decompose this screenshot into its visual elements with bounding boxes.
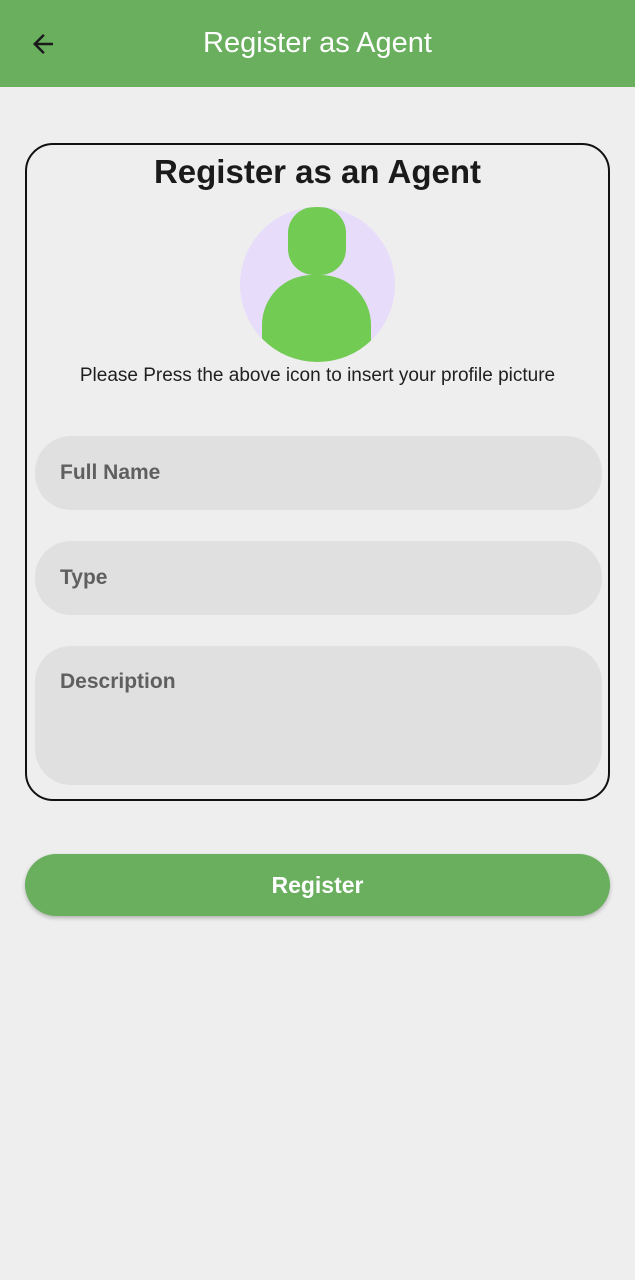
app-bar: Register as Agent bbox=[0, 0, 635, 87]
type-placeholder: Type bbox=[60, 566, 108, 589]
profile-picture-button[interactable] bbox=[240, 207, 395, 362]
description-field[interactable]: Description bbox=[35, 646, 602, 785]
type-field[interactable]: Type bbox=[35, 541, 602, 615]
back-button[interactable] bbox=[20, 22, 66, 66]
card-title: Register as an Agent bbox=[153, 153, 482, 190]
register-button[interactable]: Register bbox=[25, 854, 610, 916]
full-name-placeholder: Full Name bbox=[60, 461, 161, 484]
registration-card: Register as an Agent Please Press the ab… bbox=[25, 143, 610, 801]
page-title: Register as Agent bbox=[203, 27, 432, 59]
profile-picture-hint: Please Press the above icon to insert yo… bbox=[79, 365, 556, 386]
full-name-field[interactable]: Full Name bbox=[35, 436, 602, 510]
arrow-left-icon bbox=[33, 34, 53, 54]
description-placeholder: Description bbox=[60, 670, 176, 693]
